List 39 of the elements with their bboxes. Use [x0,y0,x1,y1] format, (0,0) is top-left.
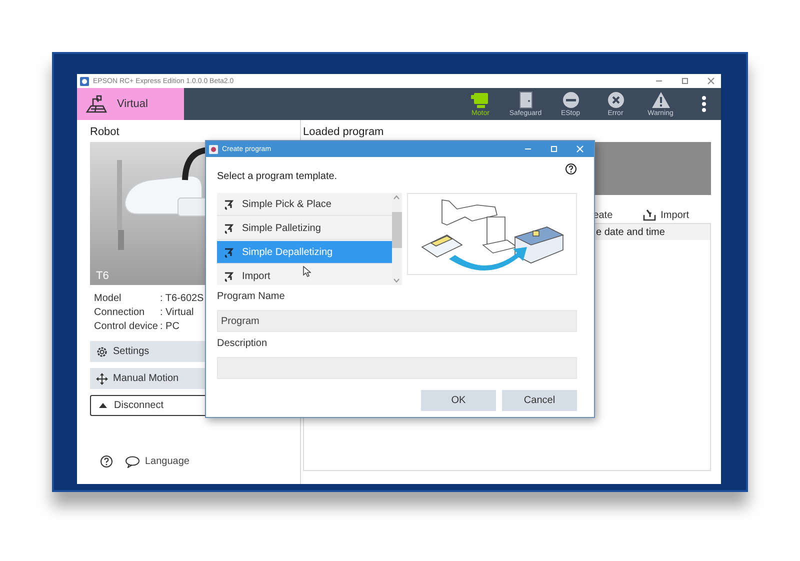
info-label: Connection [94,307,145,318]
column-header[interactable]: e date and time [596,226,665,238]
info-value: : PC [160,321,180,332]
panel-title: Robot [90,126,120,140]
menu-icon[interactable] [701,95,707,113]
info-value: : Virtual [160,307,194,318]
app-icon [80,76,89,86]
gear-icon [96,346,108,358]
info-value: : T6-602S [160,293,204,304]
robot-arm-icon [224,270,234,282]
app-icon [209,144,218,154]
robot-arm-icon [224,198,234,210]
input-field[interactable]: Program [217,310,577,332]
speech-bubble-icon [125,456,140,468]
move-icon [96,372,108,384]
robot-arm-icon [224,246,234,258]
robot-arm-icon [224,222,234,234]
warning-icon [650,91,672,109]
help-icon[interactable] [100,455,113,468]
dialog-button[interactable]: Cancel [502,390,577,411]
maximize-icon[interactable] [681,77,689,85]
import-icon [642,209,656,221]
help-icon[interactable] [565,163,577,175]
info-label: Model [94,293,122,304]
field-label: Program Name [217,291,286,304]
language-button[interactable]: Language [125,456,190,468]
mode-tab[interactable]: Virtual [77,88,184,120]
panel-title: Loaded program [303,126,385,140]
scroll-thumb[interactable] [392,212,402,248]
picture-caption: T6 [96,270,109,282]
dialog-button[interactable]: OK [421,390,496,411]
toolbar-button[interactable]: Import [642,209,689,221]
info-label: Control device [94,321,158,332]
robot-icon [85,94,107,114]
input-field[interactable] [217,357,577,379]
close-icon[interactable] [707,77,715,85]
scrollbar[interactable] [392,193,402,285]
cursor-icon [303,266,311,277]
prompt-text: Select a program template. [217,171,338,182]
